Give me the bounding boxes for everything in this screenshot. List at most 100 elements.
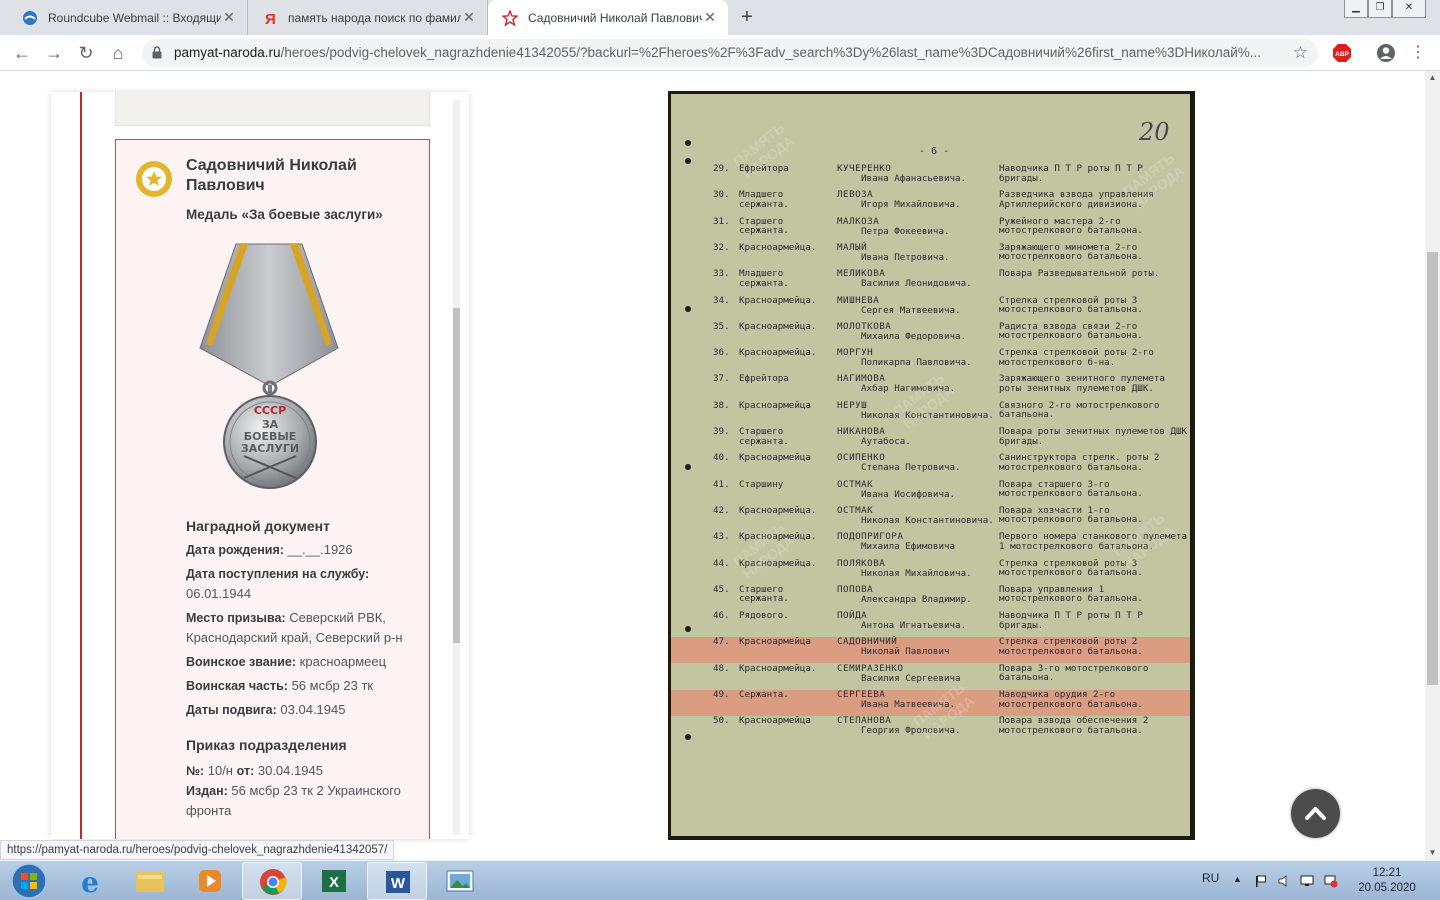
- display-icon[interactable]: [1300, 874, 1314, 888]
- svg-text:e: e: [81, 866, 99, 899]
- medal-badge-icon: [135, 160, 173, 198]
- document-row: 48. Красноармейца. СЕМИРАЗЕНКО Василия Серг…: [671, 662, 1190, 690]
- url-text[interactable]: pamyat-naroda.ru/heroes/podvig-chelovek_…: [174, 39, 1284, 67]
- url-host: pamyat-naroda.ru: [174, 45, 281, 60]
- field-order-issued: Издан: 56 мсбр 23 тк 2 Украинского фронт…: [186, 783, 401, 818]
- lock-icon[interactable]: [152, 46, 162, 59]
- row-given-name: Ивана Петровича.: [861, 251, 950, 263]
- close-tab-icon[interactable]: ✕: [221, 9, 237, 26]
- minimize-button[interactable]: ▁: [1344, 0, 1368, 18]
- row-surname: ПОПОВА: [837, 583, 874, 595]
- svg-text:W: W: [391, 875, 406, 892]
- row-given-name: Николай Павлович: [861, 646, 950, 658]
- row-surname: ОСТМАК: [837, 478, 874, 490]
- back-button[interactable]: ←: [8, 39, 36, 67]
- field-birth-date: Дата рождения: __.__.1926: [186, 542, 353, 557]
- row-rank: Сержанта.: [739, 689, 789, 700]
- tab-active-sadovnichiy[interactable]: Садовничий Николай Павлович ✕: [488, 0, 728, 35]
- row-given-name: Ивана Иосифовича.: [861, 488, 956, 500]
- start-button[interactable]: [4, 861, 54, 900]
- new-tab-button[interactable]: +: [734, 5, 760, 31]
- restore-button[interactable]: ❐: [1368, 0, 1392, 18]
- internet-explorer-taskbar-icon[interactable]: e: [60, 862, 120, 900]
- row-rank: Красноармейца: [739, 452, 811, 464]
- action-center-flag-icon[interactable]: [1254, 874, 1268, 888]
- row-rank: Младшего сержанта.: [739, 189, 789, 210]
- explorer-taskbar-icon[interactable]: [120, 862, 180, 900]
- row-number: 42.: [713, 504, 730, 516]
- close-tab-icon[interactable]: ✕: [702, 9, 718, 26]
- clock-time: 12:21: [1372, 867, 1402, 879]
- order-heading: Приказ подразделения: [186, 737, 347, 753]
- star-icon: [501, 8, 519, 27]
- page-scrollbar[interactable]: ▲ ▼: [1425, 71, 1440, 860]
- row-given-name: Михаила Ефимовича: [861, 541, 956, 553]
- profile-avatar-icon[interactable]: [1372, 39, 1400, 67]
- binder-hole: [685, 464, 691, 470]
- row-number: 34.: [713, 294, 730, 306]
- binder-hole: [685, 626, 691, 632]
- row-number: 31.: [713, 215, 730, 227]
- document-row: 31. Старшего сержанта. МАЛКОЗА Петра Фокеев…: [671, 215, 1190, 243]
- document-scan[interactable]: - 6 - 20 29. Ефрейтора КУЧЕРЕНКО Ивана Афан…: [671, 94, 1190, 836]
- tab-yandex[interactable]: Я память народа поиск по фамил ✕: [248, 0, 488, 35]
- row-given-name: Игоря Михайловича.: [861, 199, 961, 211]
- row-given-name: Сергея Матвеевича.: [861, 304, 961, 316]
- system-clock[interactable]: 12:21 20.05.2020: [1352, 866, 1422, 896]
- forward-button[interactable]: →: [40, 39, 68, 67]
- panel-scroll-thumb[interactable]: [453, 308, 460, 643]
- document-row: 32. Красноармейца. МАЛЫЙ Ивана Петровича. За…: [671, 243, 1190, 269]
- row-number: 40.: [713, 452, 730, 464]
- reload-button[interactable]: ↻: [72, 39, 100, 67]
- bookmark-star-icon[interactable]: ☆: [1293, 39, 1308, 67]
- windows-taskbar: e X W RU ▲ 12:21 20.05.2020: [0, 860, 1440, 900]
- binder-hole: [685, 306, 691, 312]
- adblock-plus-icon[interactable]: ABP: [1328, 39, 1356, 67]
- row-rank: Красноармейца.: [739, 347, 817, 359]
- chrome-taskbar-icon[interactable]: [242, 862, 302, 900]
- field-order-number: №: 10/н от: 30.04.1945: [186, 763, 323, 778]
- row-rank: Красноармейца.: [739, 320, 817, 332]
- scroll-to-top-button[interactable]: [1291, 789, 1340, 838]
- excel-taskbar-icon[interactable]: X: [304, 862, 364, 900]
- document-scan-frame[interactable]: - 6 - 20 29. Ефрейтора КУЧЕРЕНКО Ивана Афан…: [668, 91, 1195, 840]
- document-row: 40. Красноармейца ОСИПЕНКО Степана Петрович…: [671, 453, 1190, 479]
- document-row: 46. Рядового. ПОЙДА Антона Игнатьевича. Наво…: [671, 611, 1190, 637]
- row-duty: Повара 3-го мотострелкового батальона.: [999, 662, 1149, 684]
- tab-strip: Roundcube Webmail :: Входящие ✕ Я память…: [0, 0, 1440, 35]
- document-row: 34. Красноармейца. МИШНЕВА Сергея Матвеевич…: [671, 294, 1190, 322]
- status-bar-url: https://pamyat-naroda.ru/heroes/podvig-c…: [0, 840, 395, 860]
- close-tab-icon[interactable]: ✕: [461, 9, 477, 26]
- page-scroll-thumb[interactable]: [1427, 252, 1438, 685]
- network-icon[interactable]: [1324, 874, 1338, 888]
- row-number: 37.: [713, 373, 730, 385]
- tab-roundcube[interactable]: Roundcube Webmail :: Входящие ✕: [8, 0, 248, 35]
- scroll-up-arrow-icon[interactable]: ▲: [1425, 71, 1440, 85]
- row-given-name: Петра Фокеевича.: [861, 225, 950, 237]
- browser-menu-icon[interactable]: ⋮: [1404, 39, 1432, 67]
- row-number: 38.: [713, 399, 730, 411]
- svg-text:Я: Я: [265, 11, 276, 26]
- svg-text:СССР: СССР: [254, 404, 286, 417]
- home-button[interactable]: ⌂: [104, 39, 132, 67]
- word-taskbar-icon[interactable]: W: [367, 862, 427, 900]
- binder-hole: [685, 158, 691, 164]
- row-surname: МИШНЕВА: [837, 294, 880, 306]
- address-bar[interactable]: pamyat-naroda.ru/heroes/podvig-chelovek_…: [142, 39, 1318, 67]
- document-row: 42. Красноармейца. ОСТМАК Николая Константи…: [671, 506, 1190, 532]
- panel-scrollbar[interactable]: [453, 100, 460, 835]
- row-duty: Стрелка стрелковой роты 2 мотострелковог…: [999, 636, 1143, 657]
- language-indicator[interactable]: RU: [1202, 871, 1219, 885]
- row-duty: Заряжающего миномета 2-го мотострелковог…: [999, 241, 1143, 263]
- volume-icon[interactable]: [1277, 874, 1291, 888]
- media-player-taskbar-icon[interactable]: [180, 862, 240, 900]
- show-hidden-icons-icon[interactable]: ▲: [1233, 874, 1247, 888]
- document-row: 39. Старшего сержанта. НИКАНОВА Аутабоса. По…: [671, 427, 1190, 453]
- row-duty: Связного 2-го мотострелкового батальона.: [999, 399, 1160, 421]
- picture-viewer-taskbar-icon[interactable]: [430, 862, 490, 900]
- scroll-down-arrow-icon[interactable]: ▼: [1425, 846, 1440, 860]
- row-duty: Повара Разведывательной роты.: [999, 268, 1160, 280]
- timeline-line: [80, 92, 82, 839]
- close-window-button[interactable]: ✕: [1392, 0, 1426, 18]
- clock-date: 20.05.2020: [1358, 882, 1416, 894]
